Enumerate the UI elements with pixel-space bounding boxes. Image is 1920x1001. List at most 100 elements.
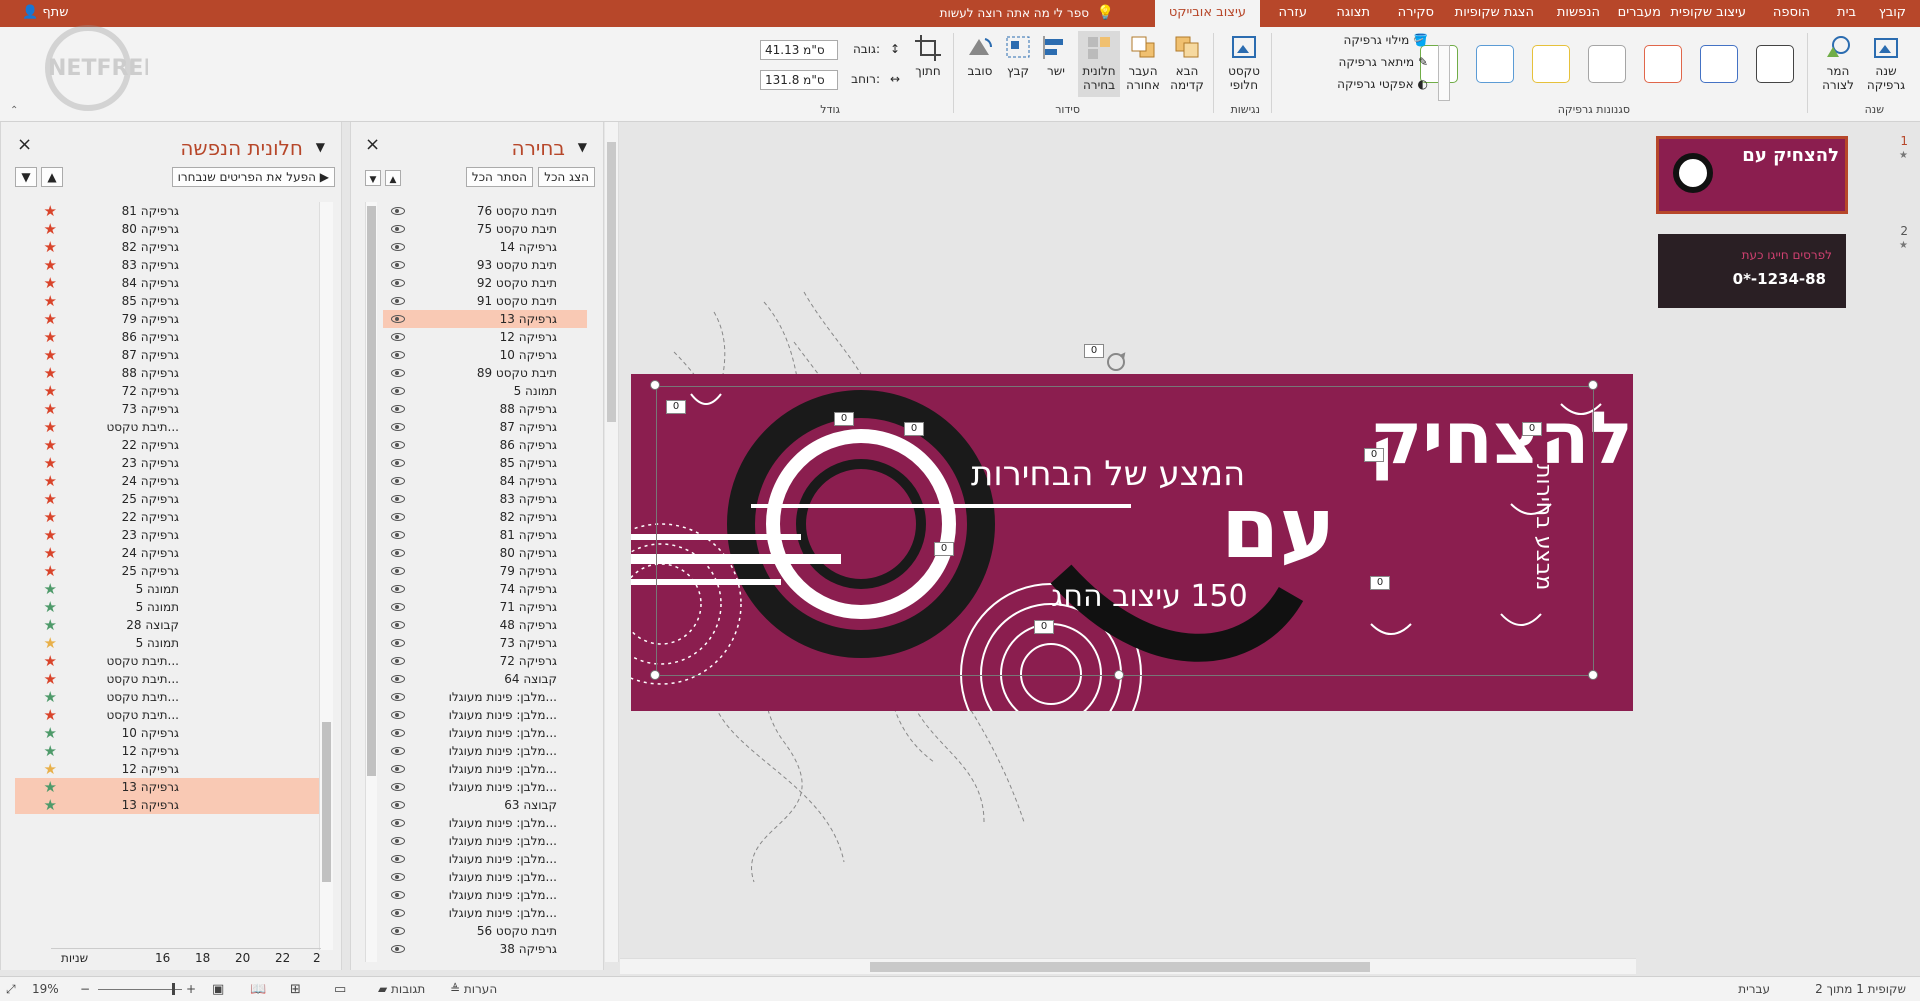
move-up-button[interactable]: ▲: [41, 167, 63, 187]
selection-list-item[interactable]: גרפיקה 80: [383, 544, 587, 562]
visibility-eye-icon[interactable]: [391, 387, 405, 395]
visibility-eye-icon[interactable]: [391, 459, 405, 467]
visibility-eye-icon[interactable]: [391, 351, 405, 359]
animation-list-item[interactable]: גרפיקה 23 ★: [15, 526, 319, 544]
tell-me-box[interactable]: ספר לי מה אתה רוצה לעשות: [940, 0, 1089, 27]
visibility-eye-icon[interactable]: [391, 729, 405, 737]
group-button[interactable]: קבץ: [1000, 33, 1036, 78]
animation-list-item[interactable]: קבוצה 28 ★: [15, 616, 319, 634]
selection-list-item[interactable]: תמונה 5: [383, 382, 587, 400]
animation-scrollbar[interactable]: [319, 202, 333, 950]
visibility-eye-icon[interactable]: [391, 567, 405, 575]
animation-list-item[interactable]: גרפיקה 23 ★: [15, 454, 319, 472]
selection-list-item[interactable]: קבוצה 63: [383, 796, 587, 814]
play-selected-button[interactable]: הפעל את הפריטים שנבחרו ▶: [171, 167, 335, 187]
selection-list-item[interactable]: גרפיקה 87: [383, 418, 587, 436]
tab-review[interactable]: סקירה: [1398, 0, 1434, 27]
tab-file[interactable]: קובץ: [1879, 0, 1906, 27]
reading-view-icon[interactable]: 📖: [250, 982, 266, 997]
graphic-style-swatch[interactable]: [1644, 45, 1682, 83]
visibility-eye-icon[interactable]: [391, 783, 405, 791]
canvas-horizontal-scrollbar[interactable]: [620, 958, 1636, 974]
animation-list-item[interactable]: גרפיקה 80 ★: [15, 220, 319, 238]
selection-list-item[interactable]: קבוצה 64: [383, 670, 587, 688]
animation-tag[interactable]: 0: [1034, 620, 1054, 634]
selection-list-item[interactable]: גרפיקה 84: [383, 472, 587, 490]
visibility-eye-icon[interactable]: [391, 585, 405, 593]
selection-scrollbar[interactable]: [365, 202, 377, 962]
selection-list-item[interactable]: גרפיקה 14: [383, 238, 587, 256]
tab-transitions[interactable]: מעברים: [1618, 0, 1661, 27]
selection-frame[interactable]: [656, 386, 1594, 676]
language-indicator[interactable]: עברית: [1738, 982, 1770, 996]
animation-list-item[interactable]: גרפיקה 85 ★: [15, 292, 319, 310]
animation-list-item[interactable]: גרפיקה 82 ★: [15, 238, 319, 256]
animation-tag[interactable]: 0: [1370, 576, 1390, 590]
visibility-eye-icon[interactable]: [391, 297, 405, 305]
tab-view[interactable]: תצוגה: [1336, 0, 1370, 27]
animation-list-item[interactable]: תמונה 5 ★: [15, 634, 319, 652]
visibility-eye-icon[interactable]: [391, 693, 405, 701]
selection-list-item[interactable]: מלבן: פינות מעוגלו...: [383, 850, 587, 868]
pane-options-icon[interactable]: ▼: [578, 140, 587, 154]
slide-editing-canvas[interactable]: להצחיק עם המצע של הבחירות 150 עיצוב החג …: [604, 122, 1640, 975]
visibility-eye-icon[interactable]: [391, 549, 405, 557]
normal-view-icon[interactable]: ▭: [334, 982, 346, 997]
visibility-eye-icon[interactable]: [391, 837, 405, 845]
visibility-eye-icon[interactable]: [391, 423, 405, 431]
visibility-eye-icon[interactable]: [391, 675, 405, 683]
visibility-eye-icon[interactable]: [391, 657, 405, 665]
crop-button[interactable]: חתוך: [910, 33, 946, 78]
animation-list-item[interactable]: גרפיקה 72 ★: [15, 382, 319, 400]
animation-list-item[interactable]: תיבת טקסט... ★: [15, 670, 319, 688]
fill-button[interactable]: מילוי גרפיקה 🪣: [1344, 33, 1428, 47]
selection-list-item[interactable]: מלבן: פינות מעוגלו...: [383, 904, 587, 922]
rotate-button[interactable]: סובב: [962, 33, 998, 78]
scroll-thumb[interactable]: [870, 962, 1370, 972]
visibility-eye-icon[interactable]: [391, 711, 405, 719]
visibility-eye-icon[interactable]: [391, 225, 405, 233]
visibility-eye-icon[interactable]: [391, 621, 405, 629]
animation-tag[interactable]: 0: [1364, 448, 1384, 462]
convert-to-shape-button[interactable]: המר לצורה: [1816, 33, 1860, 92]
tab-design[interactable]: עיצוב שקופית: [1671, 0, 1747, 27]
selection-pane-button[interactable]: חלונית בחירה: [1078, 31, 1120, 97]
visibility-eye-icon[interactable]: [391, 891, 405, 899]
animation-list-item[interactable]: תמונה 5 ★: [15, 598, 319, 616]
animation-tag[interactable]: 0: [1522, 422, 1542, 436]
visibility-eye-icon[interactable]: [391, 747, 405, 755]
tab-slideshow[interactable]: הצגת שקופיות: [1455, 0, 1534, 27]
change-graphic-button[interactable]: שנה גרפיקה: [1864, 33, 1908, 92]
selection-list-item[interactable]: תיבת טקסט 91: [383, 292, 587, 310]
zoom-out-icon[interactable]: −: [80, 982, 90, 996]
graphic-style-swatch[interactable]: [1476, 45, 1514, 83]
animation-list-item[interactable]: גרפיקה 84 ★: [15, 274, 319, 292]
selection-list-item[interactable]: מלבן: פינות מעוגלו...: [383, 868, 587, 886]
animation-list-item[interactable]: גרפיקה 10 ★: [15, 724, 319, 742]
visibility-eye-icon[interactable]: [391, 639, 405, 647]
selection-list-item[interactable]: מלבן: פינות מעוגלו...: [383, 760, 587, 778]
selection-list-item[interactable]: גרפיקה 73: [383, 634, 587, 652]
graphic-style-swatch[interactable]: [1588, 45, 1626, 83]
selection-list-item[interactable]: תיבת טקסט 89: [383, 364, 587, 382]
visibility-eye-icon[interactable]: [391, 279, 405, 287]
selection-list-item[interactable]: גרפיקה 12: [383, 328, 587, 346]
animation-list-item[interactable]: גרפיקה 83 ★: [15, 256, 319, 274]
animation-list-item[interactable]: גרפיקה 25 ★: [15, 562, 319, 580]
graphic-style-swatch[interactable]: [1700, 45, 1738, 83]
zoom-slider[interactable]: [98, 983, 182, 995]
pane-options-icon[interactable]: ▼: [316, 140, 325, 154]
selection-list-item[interactable]: גרפיקה 79: [383, 562, 587, 580]
animation-list-item[interactable]: גרפיקה 22 ★: [15, 436, 319, 454]
selection-list-item[interactable]: מלבן: פינות מעוגלו...: [383, 724, 587, 742]
animation-list-item[interactable]: גרפיקה 13 ★: [15, 778, 319, 796]
rotate-handle-icon[interactable]: [1104, 350, 1128, 374]
visibility-eye-icon[interactable]: [391, 765, 405, 773]
send-backward-button[interactable]: העבר אחורה: [1122, 33, 1164, 92]
animation-tag[interactable]: 0: [1084, 344, 1104, 358]
animation-list-item[interactable]: תמונה 5 ★: [15, 580, 319, 598]
tab-help[interactable]: עזרה: [1279, 0, 1307, 27]
slideshow-view-icon[interactable]: ▣: [212, 982, 224, 997]
alt-text-button[interactable]: טקסט חלופי: [1222, 33, 1266, 92]
collapse-ribbon-icon[interactable]: ⌃: [10, 105, 18, 116]
